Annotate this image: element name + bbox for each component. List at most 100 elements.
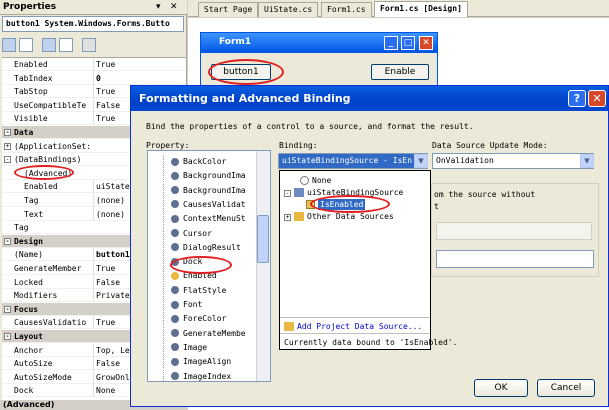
property-list-scrollbar[interactable]: [256, 151, 270, 381]
property-value[interactable]: True: [93, 58, 185, 71]
form-close-icon[interactable]: ✕: [419, 36, 433, 50]
property-list[interactable]: BackColor BackgroundIma BackgroundIma Cause…: [147, 150, 271, 382]
pin-icon[interactable]: ▾: [156, 3, 161, 12]
minimize-icon[interactable]: _: [384, 36, 398, 50]
property-list-item[interactable]: ForeColor: [153, 312, 270, 326]
property-icon: [171, 200, 179, 209]
property-list-label: DialogResult: [183, 242, 241, 252]
alphabetical-icon[interactable]: [19, 38, 33, 52]
property-list-item[interactable]: FlatStyle: [153, 283, 270, 297]
property-list-label: ForeColor: [183, 314, 227, 324]
binding-chevron-down-icon[interactable]: ▼: [414, 154, 428, 168]
tree-line: [163, 269, 171, 283]
expand-icon[interactable]: +: [4, 142, 11, 150]
property-list-item[interactable]: BackgroundIma: [153, 169, 270, 183]
property-list-item[interactable]: Dock: [153, 255, 270, 269]
scrollbar-thumb[interactable]: [257, 215, 269, 263]
update-mode-value: OnValidation: [436, 156, 494, 165]
binding-dropdown-panel[interactable]: None - uiStateBindingSource IsEnabled + Ot…: [279, 170, 457, 350]
maximize-icon[interactable]: □: [401, 36, 415, 50]
tab-form1-cs[interactable]: Form1.cs: [321, 2, 372, 17]
help-icon[interactable]: ?: [568, 90, 586, 107]
property-list-item[interactable]: Enabled: [153, 269, 270, 283]
property-name: UseCompatibleTe: [14, 100, 87, 110]
property-icon: [171, 286, 179, 295]
tree-isenabled[interactable]: IsEnabled: [318, 199, 366, 210]
property-list-label: BackgroundIma: [183, 185, 246, 195]
property-value[interactable]: 0: [93, 71, 185, 85]
tab-start-page[interactable]: Start Page: [198, 2, 259, 17]
tree-none[interactable]: None: [300, 175, 331, 186]
ok-button[interactable]: OK: [474, 379, 528, 397]
property-list-item[interactable]: DialogResult: [153, 240, 270, 254]
tab-form1-design[interactable]: Form1.cs [Design]: [374, 1, 468, 17]
property-name: Locked: [14, 277, 43, 287]
binding-label: Binding:: [279, 141, 318, 150]
property-name: Tag: [14, 223, 29, 233]
property-icon: [171, 372, 179, 380]
format-input[interactable]: [436, 250, 594, 268]
tree-line: [163, 283, 171, 297]
property-name: Anchor: [14, 345, 43, 355]
property-list-label: BackColor: [183, 157, 227, 166]
object-selector-value: button1 System.Windows.Forms.Butto: [6, 19, 170, 28]
property-list-item[interactable]: Image: [153, 340, 270, 354]
property-name: AutoSize: [14, 359, 53, 369]
property-row[interactable]: Enabled True: [2, 58, 186, 71]
property-list-item[interactable]: ImageAlign: [153, 355, 270, 369]
property-list-item[interactable]: ContextMenuSt: [153, 212, 270, 226]
properties-toolbar: [2, 36, 184, 55]
hint-text-1: om the source without: [434, 190, 536, 199]
property-list-item[interactable]: BackColor: [153, 155, 270, 168]
add-data-source-link[interactable]: Add Project Data Source...: [284, 321, 422, 332]
property-list-item[interactable]: GenerateMembe: [153, 326, 270, 340]
cancel-button[interactable]: Cancel: [537, 379, 595, 397]
property-name: GenerateMember: [14, 264, 82, 273]
button1[interactable]: button1: [211, 64, 271, 80]
field-icon: [306, 200, 315, 209]
properties-icon[interactable]: [42, 38, 56, 52]
property-list-item[interactable]: ImageIndex: [153, 369, 270, 381]
tree-isenabled-label: IsEnabled: [320, 200, 364, 209]
property-list-label: CausesValidat: [183, 199, 246, 209]
property-list-label: Enabled: [183, 271, 217, 281]
property-list-label: ContextMenuSt: [183, 214, 246, 224]
update-mode-dropdown[interactable]: OnValidation: [432, 153, 594, 169]
update-mode-chevron-down-icon[interactable]: ▼: [580, 154, 594, 168]
categorized-icon[interactable]: [2, 38, 16, 52]
property-row[interactable]: TabIndex 0: [2, 71, 186, 85]
property-list-item[interactable]: CausesValidat: [153, 197, 270, 211]
tree-none-label: None: [312, 176, 332, 185]
property-list-item[interactable]: BackgroundIma: [153, 183, 270, 197]
expand-icon[interactable]: -: [4, 333, 11, 340]
property-pages-icon[interactable]: [82, 38, 96, 52]
events-icon[interactable]: [59, 38, 73, 52]
add-source-icon: [284, 322, 294, 331]
expand-icon[interactable]: -: [4, 237, 11, 245]
expand-icon[interactable]: -: [4, 305, 11, 313]
dropdown-divider-2: [280, 333, 430, 334]
tree-other-sources[interactable]: + Other Data Sources: [284, 211, 394, 222]
binding-dropdown[interactable]: uiStateBindingSource - IsEn: [278, 153, 428, 169]
tree-line: [163, 212, 171, 226]
property-list-item[interactable]: Font: [153, 298, 270, 311]
property-list-label: Cursor: [183, 228, 212, 238]
collapse-icon[interactable]: -: [284, 190, 291, 197]
close-icon[interactable]: ✕: [170, 3, 178, 12]
tab-uistate-cs[interactable]: UiState.cs: [258, 2, 319, 17]
binding-source-icon: [294, 188, 304, 197]
dialog-close-icon[interactable]: ✕: [588, 90, 606, 107]
enable-button[interactable]: Enable: [371, 64, 429, 80]
property-icon: [171, 157, 179, 166]
expand-icon[interactable]: +: [284, 214, 291, 221]
property-icon: [171, 171, 179, 180]
object-selector[interactable]: button1 System.Windows.Forms.Butto: [2, 16, 184, 32]
expand-icon[interactable]: -: [4, 129, 11, 136]
expand-icon[interactable]: -: [4, 156, 11, 164]
tree-line: [163, 155, 171, 168]
tree-line: [163, 255, 171, 269]
format-group: om the source without t: [431, 183, 599, 277]
tree-binding-source[interactable]: - uiStateBindingSource: [284, 187, 403, 198]
property-list-label: ImageAlign: [183, 357, 232, 367]
property-list-item[interactable]: Cursor: [153, 226, 270, 240]
